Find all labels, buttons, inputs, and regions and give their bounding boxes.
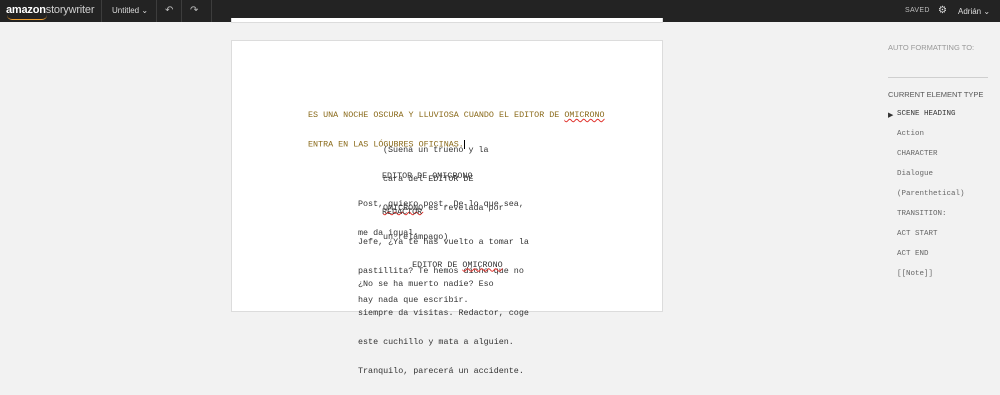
script-page[interactable]: ES UNA NOCHE OSCURA Y LLUVIOSA CUANDO EL… xyxy=(231,40,663,375)
chevron-down-icon: ⌄ xyxy=(141,6,149,15)
dialogue-line: Tranquilo, parecerá un accidente. xyxy=(358,365,524,376)
element-type-character[interactable]: CHARACTER xyxy=(897,150,938,158)
user-name: Adrián xyxy=(958,7,982,16)
character-name[interactable]: REDACTOR xyxy=(382,207,422,218)
divider xyxy=(181,0,182,22)
misspelled-word: OMICRONO xyxy=(564,110,605,121)
document-title: Untitled xyxy=(112,6,140,15)
dialogue-line: ¿No se ha muerto nadie? Eso xyxy=(358,279,494,290)
current-element-label: CURRENT ELEMENT TYPE xyxy=(888,90,984,99)
document-title-dropdown[interactable]: Untitled ⌄ xyxy=(112,6,148,15)
divider xyxy=(888,77,988,78)
previous-page-edge xyxy=(231,18,663,23)
element-type-action[interactable]: Action xyxy=(897,130,924,138)
element-type-dialogue[interactable]: Dialogue xyxy=(897,170,933,178)
dialogue-line: siempre da visitas. Redactor, coge xyxy=(358,307,529,318)
element-type-note[interactable]: [[Note]] xyxy=(897,270,933,278)
amazon-smile-icon xyxy=(7,15,47,20)
dialogue-line: Jefe, ¿Ya te has vuelto a tomar la xyxy=(358,237,529,248)
divider xyxy=(156,0,157,22)
user-menu[interactable]: Adrián ⌄ xyxy=(958,7,990,16)
parenthetical-line: (Suena un trueno y la xyxy=(383,145,489,156)
undo-icon[interactable]: ↶ xyxy=(165,5,173,16)
element-type-scene-heading[interactable]: SCENE HEADING xyxy=(897,110,956,118)
element-type-transition[interactable]: TRANSITION: xyxy=(897,210,947,218)
divider xyxy=(211,0,212,22)
dialogue[interactable]: ¿No se ha muerto nadie? Eso siempre da v… xyxy=(358,261,529,395)
scene-heading-line-1: ES UNA NOCHE OSCURA Y LLUVIOSA CUANDO EL… xyxy=(308,110,565,121)
divider xyxy=(101,0,102,22)
element-type-parenthetical[interactable]: (Parenthetical) xyxy=(897,190,965,198)
redo-icon[interactable]: ↷ xyxy=(190,5,198,16)
auto-formatting-label: AUTO FORMATTING TO: xyxy=(888,43,975,52)
element-type-act-end[interactable]: ACT END xyxy=(897,250,929,258)
selected-arrow-icon: ▶ xyxy=(888,112,894,119)
logo-storywriter-text: storywriter xyxy=(45,4,95,16)
gear-icon[interactable]: ⚙ xyxy=(938,5,947,16)
chevron-down-icon: ⌄ xyxy=(983,7,991,16)
save-status: SAVED xyxy=(905,7,930,14)
dialogue-line: este cuchillo y mata a alguien. xyxy=(358,336,514,347)
element-type-act-start[interactable]: ACT START xyxy=(897,230,938,238)
